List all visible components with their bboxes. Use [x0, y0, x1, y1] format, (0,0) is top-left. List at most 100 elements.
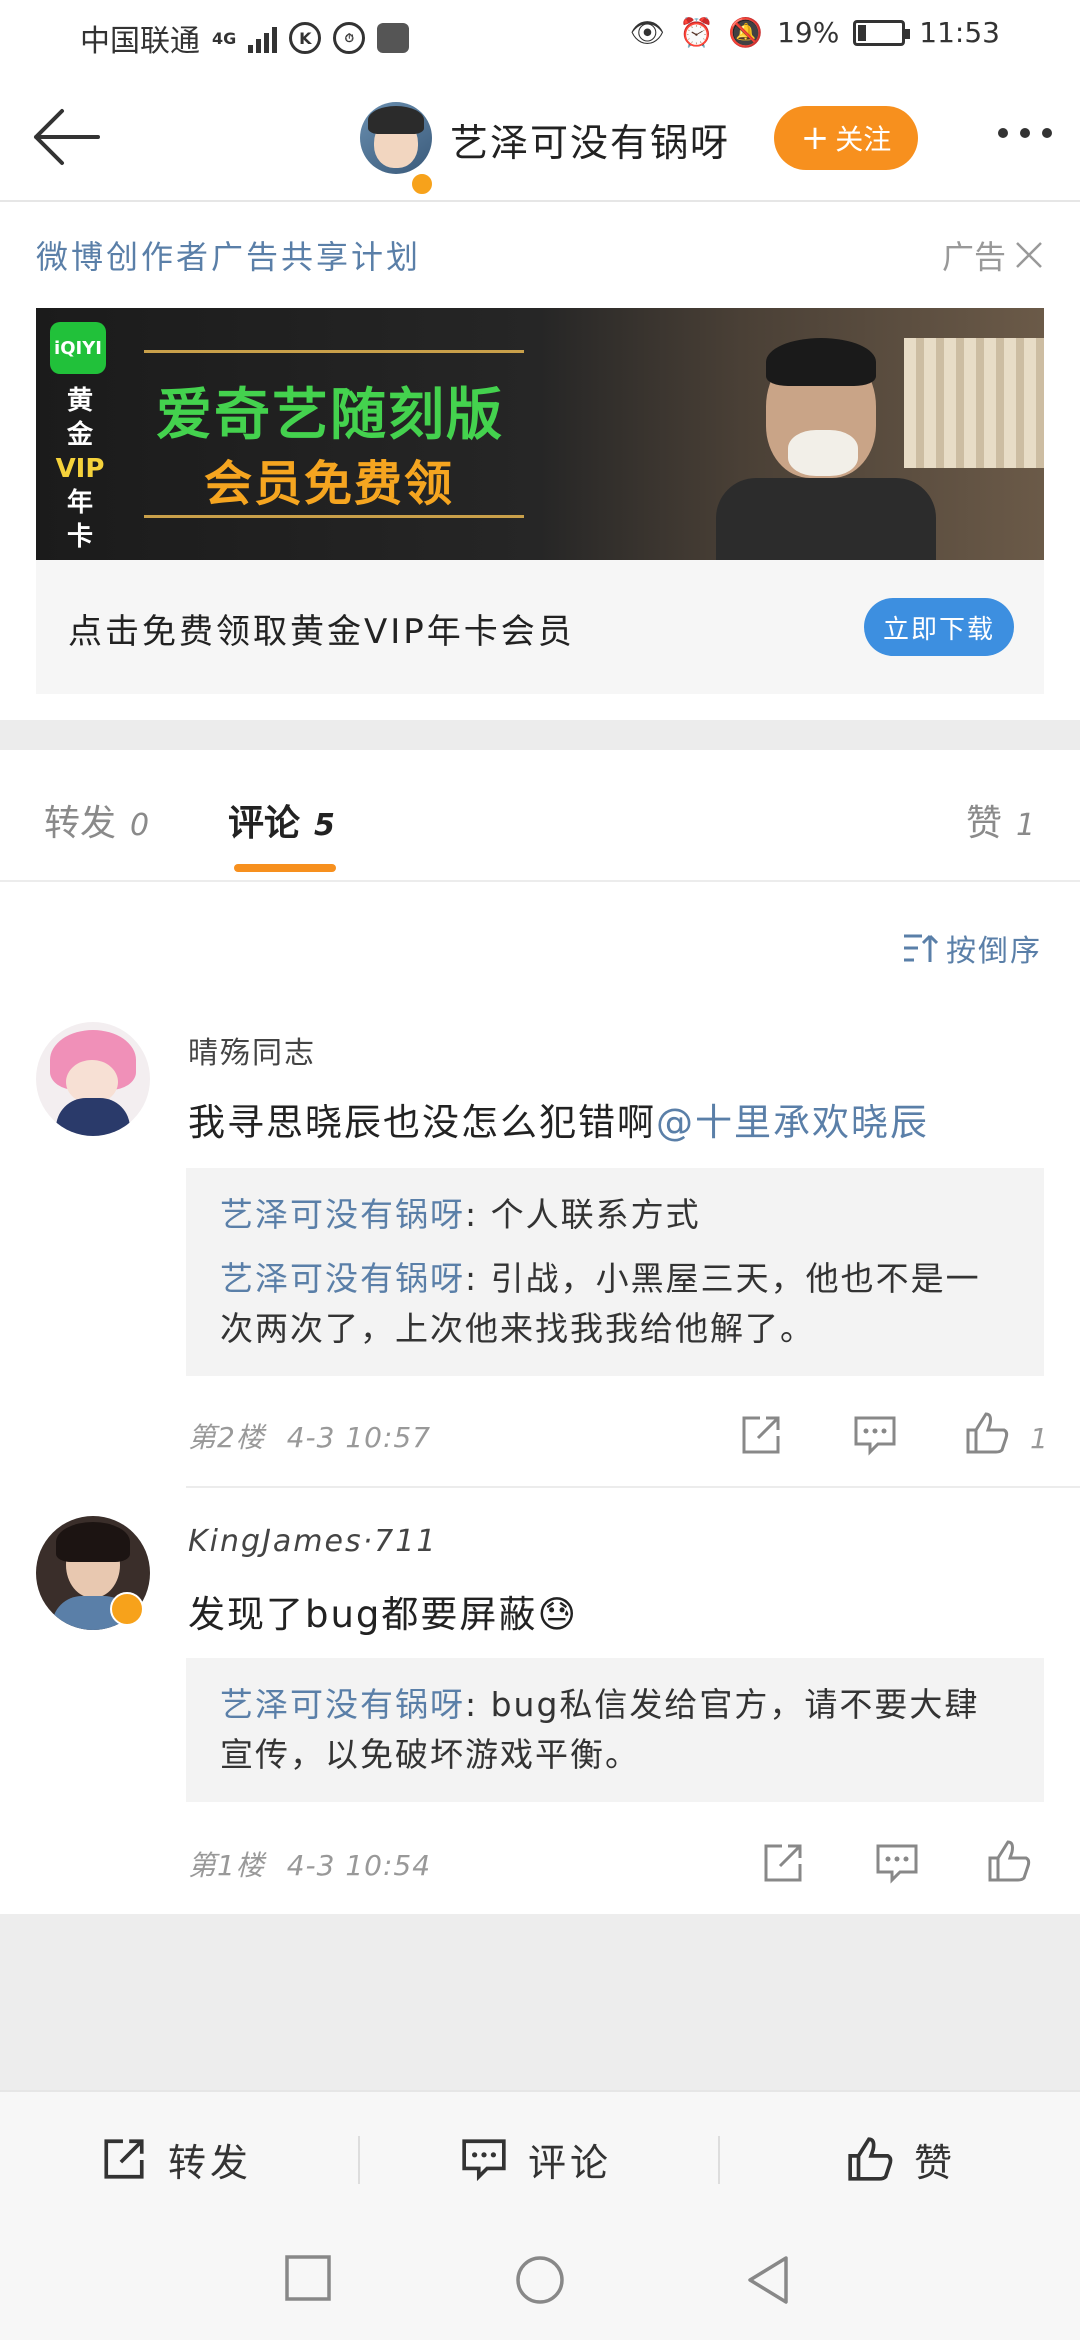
- comment-separator: [186, 1486, 1080, 1488]
- tab-like[interactable]: 赞 1: [966, 794, 1035, 846]
- ad-label: 广告: [942, 232, 1044, 278]
- plus-icon: +: [800, 118, 830, 158]
- timer-icon: ⏱: [333, 22, 366, 54]
- reply-author[interactable]: 艺泽可没有锅呀: [220, 1195, 465, 1234]
- network-label: 4G: [212, 28, 237, 48]
- sort-label: 按倒序: [946, 934, 1042, 969]
- tab-active-indicator: [234, 864, 336, 872]
- author-name[interactable]: 艺泽可没有锅呀: [450, 112, 730, 167]
- back-arrow-icon[interactable]: [28, 102, 104, 172]
- reply-icon[interactable]: [874, 1840, 920, 1886]
- thumbs-up-icon: [848, 2137, 893, 2181]
- ad-headline-1: 爱奇艺随刻版: [156, 383, 504, 448]
- more-options-icon[interactable]: [998, 128, 1052, 138]
- empty-area: [0, 1914, 1080, 2090]
- comment-body: 我寻思晓辰也没怎么犯错啊: [188, 1101, 656, 1144]
- reply-line: 艺泽可没有锅呀: bug私信发给官方，请不要大肆宣传，以免破坏游戏平衡。: [220, 1680, 1010, 1780]
- reply-icon[interactable]: [852, 1412, 898, 1458]
- ad-banner[interactable]: iQIYI 黄 金 VIP 年 卡 爱奇艺随刻版 会员免费领: [36, 308, 1044, 560]
- system-nav-bar: [0, 2224, 1080, 2340]
- bar-divider: [358, 2136, 360, 2184]
- bottom-like-label: 赞: [914, 2140, 957, 2185]
- comment-time: 4-3 10:54: [286, 1849, 432, 1882]
- tab-repost-label: 转发: [44, 803, 117, 844]
- battery-percent: 19%: [777, 16, 840, 49]
- bottom-repost-label: 转发: [168, 2140, 253, 2185]
- comment-icon: [462, 2139, 506, 2182]
- status-bar: 中国联通 4G K ⏱ 👁 ⏰ 🔕 19% 11:53: [0, 0, 1080, 72]
- vip-vertical-label: 黄 金 VIP 年 卡: [54, 384, 106, 554]
- author-avatar[interactable]: [360, 102, 432, 174]
- commenter-name[interactable]: 晴殇同志: [188, 1028, 316, 1072]
- signal-icon: [248, 23, 278, 53]
- bottom-comment-label: 评论: [528, 2140, 613, 2185]
- battery-icon: [853, 19, 911, 46]
- comment-text: 我寻思晓辰也没怎么犯错啊@十里承欢晓辰: [188, 1092, 929, 1146]
- bottom-repost-button[interactable]: 转发: [100, 2092, 252, 2226]
- sort-icon: [904, 934, 938, 962]
- home-icon[interactable]: [514, 2254, 566, 2306]
- follow-button[interactable]: + 关注: [774, 106, 918, 170]
- reply-box[interactable]: 艺泽可没有锅呀: bug私信发给官方，请不要大肆宣传，以免破坏游戏平衡。: [186, 1658, 1044, 1802]
- huawei-app-icon: [377, 23, 410, 53]
- ad-plan-title[interactable]: 微博创作者广告共享计划: [36, 232, 421, 278]
- ad-bottom-row[interactable]: 点击免费领取黄金VIP年卡会员 立即下载: [36, 560, 1044, 694]
- tab-repost[interactable]: 转发 0: [44, 794, 149, 846]
- alarm-icon: ⏰: [679, 16, 715, 49]
- reply-author[interactable]: 艺泽可没有锅呀: [220, 1685, 465, 1724]
- carrier-label: 中国联通: [80, 24, 200, 59]
- ad-headline-2: 会员免费领: [204, 456, 455, 512]
- thumbs-up-icon[interactable]: [964, 1410, 1010, 1456]
- iqiyi-logo: iQIYI: [50, 322, 106, 374]
- like-count: 1: [1030, 1422, 1048, 1455]
- ad-photo: [676, 308, 1044, 560]
- vip-line: 黄: [66, 386, 93, 416]
- tab-like-label: 赞: [966, 803, 1003, 844]
- back-icon[interactable]: [744, 2254, 792, 2306]
- bar-divider: [718, 2136, 720, 2184]
- thumbs-up-icon[interactable]: [986, 1838, 1032, 1884]
- vip-line: 金: [66, 420, 93, 450]
- commenter-name[interactable]: KingJames·711: [188, 1524, 437, 1559]
- share-icon[interactable]: [760, 1840, 806, 1886]
- verified-badge-icon: [110, 1592, 144, 1626]
- download-button[interactable]: 立即下载: [864, 598, 1014, 656]
- section-divider: [0, 720, 1080, 750]
- tab-comment-count: 5: [314, 808, 335, 843]
- mute-icon: 🔕: [728, 16, 764, 49]
- top-nav: 艺泽可没有锅呀 + 关注: [0, 72, 1080, 202]
- verified-badge-icon: [410, 172, 434, 196]
- bottom-like-button[interactable]: 赞: [846, 2092, 956, 2226]
- commenter-avatar[interactable]: [36, 1022, 150, 1136]
- sort-button[interactable]: 按倒序: [902, 926, 1042, 970]
- tab-repost-count: 0: [130, 808, 150, 843]
- bottom-action-bar: 转发 评论 赞: [0, 2090, 1080, 2224]
- k-app-icon: K: [289, 22, 322, 54]
- close-icon[interactable]: [1014, 240, 1044, 270]
- ad-label-text: 广告: [941, 238, 1006, 276]
- recent-apps-icon[interactable]: [284, 2254, 332, 2304]
- floor-label: 第1楼: [188, 1849, 265, 1882]
- tab-like-count: 1: [1016, 808, 1036, 843]
- tab-comment[interactable]: 评论 5: [228, 794, 335, 846]
- comment-time: 4-3 10:57: [286, 1421, 432, 1454]
- reply-line: 艺泽可没有锅呀: 引战，小黑屋三天，他也不是一次两次了，上次他来找我我给他解了。: [220, 1254, 1010, 1354]
- vip-line: VIP: [55, 454, 105, 484]
- mention-link[interactable]: @十里承欢晓辰: [656, 1101, 929, 1144]
- follow-label: 关注: [835, 123, 892, 156]
- tab-bar: 转发 0 评论 5 赞 1: [0, 750, 1080, 882]
- comment-body: 发现了bug都要屏蔽: [188, 1593, 538, 1636]
- vip-line: 年: [66, 488, 93, 518]
- bottom-comment-button[interactable]: 评论: [460, 2092, 612, 2226]
- reply-line: 艺泽可没有锅呀: 个人联系方式: [220, 1190, 1010, 1240]
- ad-description: 点击免费领取黄金VIP年卡会员: [68, 612, 575, 652]
- share-icon[interactable]: [738, 1412, 784, 1458]
- reply-box[interactable]: 艺泽可没有锅呀: 个人联系方式 艺泽可没有锅呀: 引战，小黑屋三天，他也不是一次…: [186, 1168, 1044, 1376]
- reply-author[interactable]: 艺泽可没有锅呀: [220, 1259, 465, 1298]
- ad-block: 微博创作者广告共享计划 广告 iQIYI 黄 金 VIP 年 卡 爱奇艺随刻版 …: [0, 202, 1080, 720]
- comment-meta: 第2楼 4-3 10:57: [188, 1416, 431, 1456]
- clock: 11:53: [919, 16, 1000, 49]
- eye-icon: 👁: [629, 16, 666, 49]
- comment-meta: 第1楼 4-3 10:54: [188, 1844, 431, 1884]
- reply-text: : 个人联系方式: [465, 1195, 701, 1234]
